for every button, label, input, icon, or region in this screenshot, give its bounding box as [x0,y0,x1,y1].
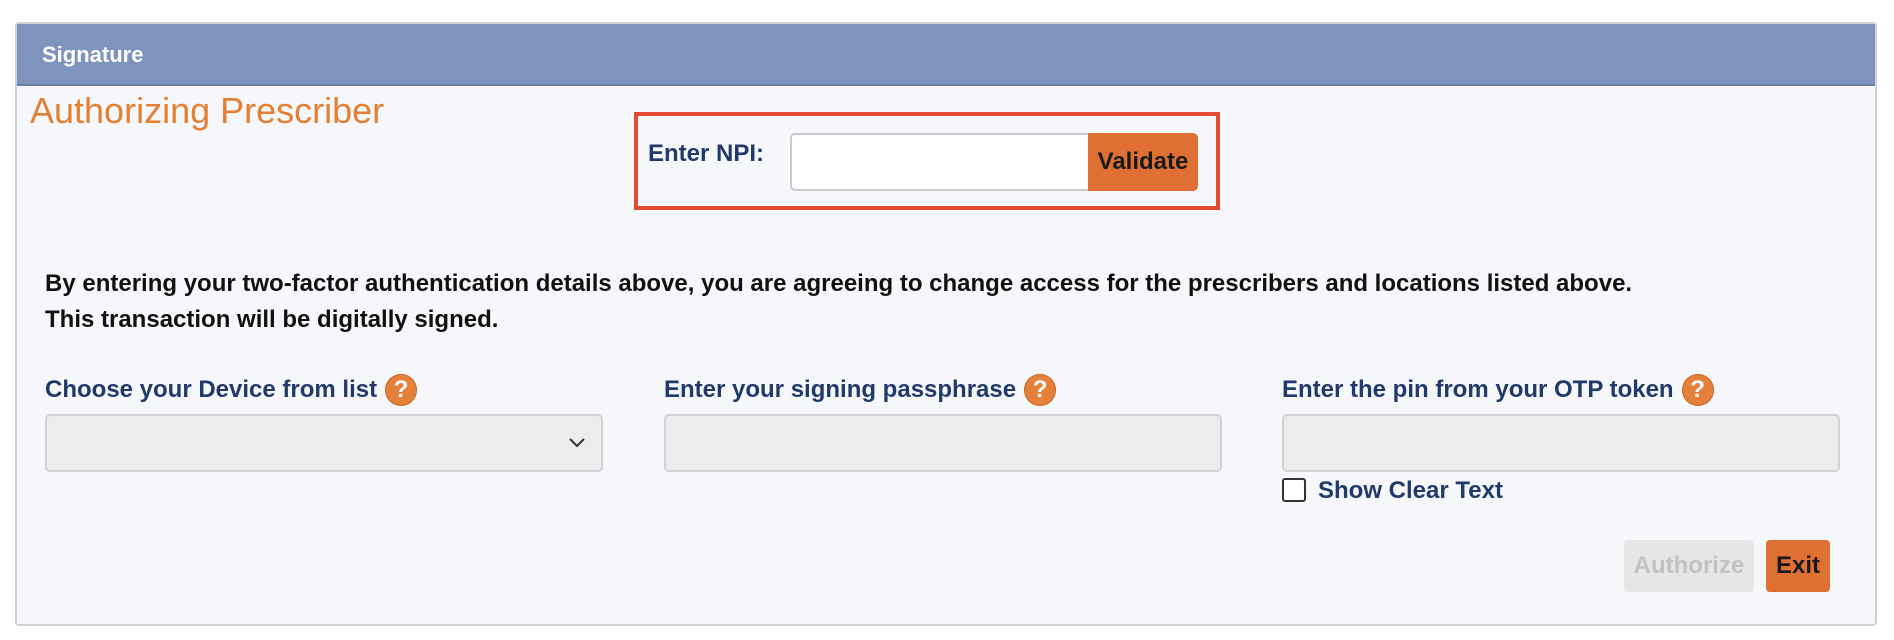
passphrase-field-label: Enter your signing passphrase ? [664,374,1057,406]
show-clear-text-checkbox[interactable] [1282,478,1306,502]
otp-input[interactable] [1282,414,1840,472]
otp-field-label: Enter the pin from your OTP token ? [1282,374,1714,406]
agreement-line-1: By entering your two-factor authenticati… [45,270,1633,297]
npi-input[interactable] [790,133,1090,191]
agreement-text: By entering your two-factor authenticati… [45,266,1632,338]
passphrase-label-text: Enter your signing passphrase [664,376,1017,403]
section-title: Authorizing Prescriber [30,90,385,131]
device-label-text: Choose your Device from list [45,376,378,403]
npi-label: Enter NPI: [648,140,765,167]
passphrase-input[interactable] [664,414,1222,472]
device-help-icon[interactable]: ? [385,374,418,406]
show-clear-text-label[interactable]: Show Clear Text [1318,477,1503,505]
device-select[interactable] [45,414,603,472]
chevron-down-icon [569,438,585,448]
panel-header: Signature [17,24,1875,86]
authorize-button[interactable]: Authorize [1624,540,1754,592]
validate-button[interactable]: Validate [1088,133,1198,191]
passphrase-help-icon[interactable]: ? [1024,374,1057,406]
otp-label-text: Enter the pin from your OTP token [1282,376,1674,403]
exit-button[interactable]: Exit [1766,540,1830,592]
panel-title: Signature [42,42,144,67]
device-field-label: Choose your Device from list ? [45,374,418,406]
agreement-line-2: This transaction will be digitally signe… [45,306,499,333]
otp-help-icon[interactable]: ? [1681,374,1714,406]
